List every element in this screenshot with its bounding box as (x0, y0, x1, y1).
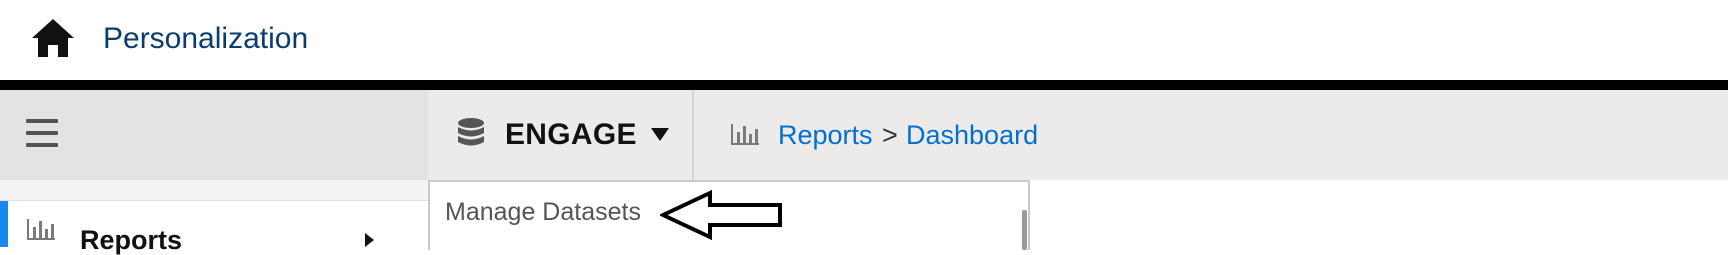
bar-chart-icon (731, 124, 759, 145)
database-icon (458, 118, 484, 146)
breadcrumb-separator: > (882, 120, 898, 150)
top-header: Personalization (0, 0, 1728, 80)
hamburger-icon[interactable] (26, 119, 58, 147)
breadcrumb-reports-link[interactable]: Reports (778, 118, 873, 152)
active-indicator (0, 201, 8, 247)
sidebar-item-label: Reports (80, 225, 183, 255)
bar-chart-icon (27, 219, 55, 240)
menu-toggle-area (0, 90, 428, 180)
caret-down-icon[interactable] (651, 128, 669, 141)
left-arrow-outline-icon (660, 190, 782, 240)
header-divider (0, 80, 1728, 90)
sidebar-item-reports[interactable]: Reports (0, 200, 428, 255)
sidebar: Reports (0, 180, 428, 255)
app-title: Personalization (103, 22, 309, 55)
home-icon[interactable] (31, 18, 75, 58)
dropdown-scrollbar[interactable] (1022, 210, 1027, 250)
dataset-label: ENGAGE (505, 118, 637, 151)
chevron-right-icon (365, 233, 374, 247)
navigation-bar: ENGAGE Reports > Dashboard (0, 90, 1728, 180)
breadcrumb-dashboard-link[interactable]: Dashboard (906, 118, 1038, 152)
dataset-switcher[interactable]: ENGAGE (428, 90, 694, 180)
menu-item-manage-datasets[interactable]: Manage Datasets (445, 196, 641, 228)
